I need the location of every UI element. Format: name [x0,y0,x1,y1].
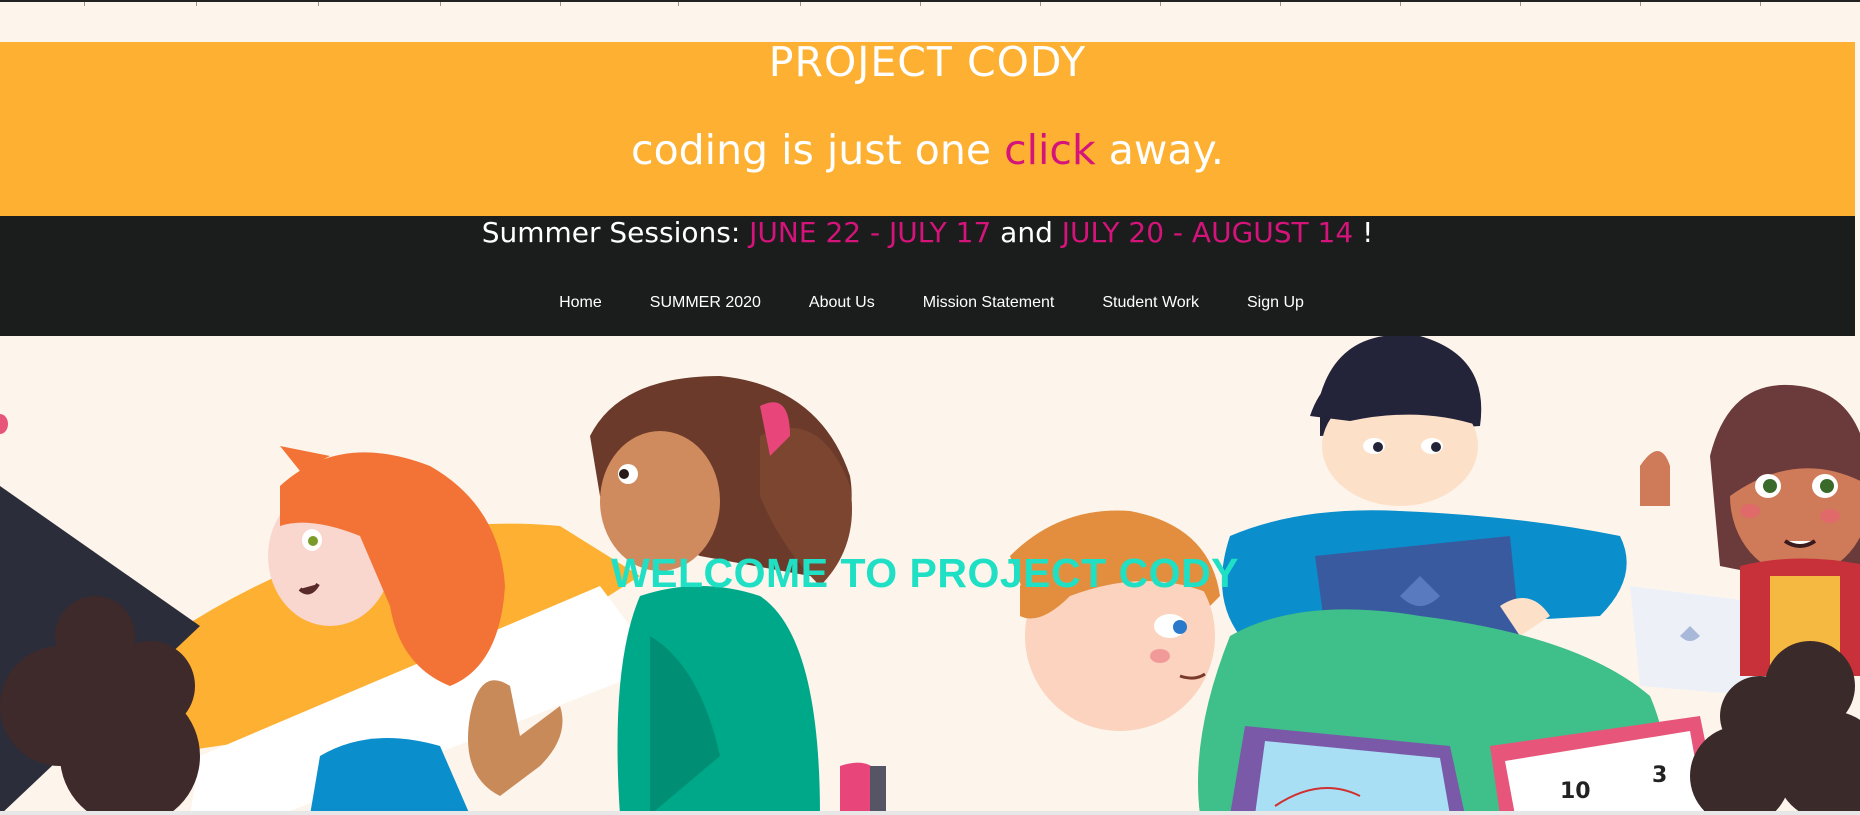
hero-section: 10 3 WELCOME TO PROJECT CODY [0,336,1860,815]
sessions-joiner: and [991,216,1062,249]
divider [920,2,921,6]
divider [1760,2,1761,6]
divider [1640,2,1641,6]
divider [800,2,801,6]
tablet-number-10: 10 [1560,779,1591,804]
main-nav: Home SUMMER 2020 About Us Mission Statem… [0,294,1855,312]
tagline-accent: click [1004,126,1096,174]
nav-bar: Summer Sessions: JUNE 22 - JULY 17 and J… [0,216,1855,336]
tablet-number-3: 3 [1652,763,1667,788]
header-banner: PROJECT CODY coding is just one click aw… [0,38,1855,216]
nav-summer-2020[interactable]: SUMMER 2020 [650,294,761,312]
site-title[interactable]: PROJECT CODY [0,38,1855,86]
tagline: coding is just one click away. [0,126,1855,174]
nav-student-work[interactable]: Student Work [1102,294,1199,312]
divider [196,2,197,6]
divider [1160,2,1161,6]
nav-sign-up[interactable]: Sign Up [1247,294,1304,312]
divider [440,2,441,6]
divider [318,2,319,6]
sessions-announcement: Summer Sessions: JUNE 22 - JULY 17 and J… [0,216,1855,249]
divider [560,2,561,6]
top-strip [0,0,1860,42]
divider [84,2,85,6]
nav-about-us[interactable]: About Us [809,294,875,312]
tagline-text-end: away. [1095,126,1224,174]
session-1-dates: JUNE 22 - JULY 17 [749,216,992,249]
session-2-dates: JULY 20 - AUGUST 14 [1061,216,1354,249]
welcome-heading: WELCOME TO PROJECT CODY [610,550,1240,596]
sessions-suffix: ! [1353,216,1374,249]
divider [1400,2,1401,6]
divider [1520,2,1521,6]
tagline-text: coding is just one [631,126,1005,174]
nav-home[interactable]: Home [559,294,602,312]
divider [0,811,1860,815]
sessions-prefix: Summer Sessions: [481,216,750,249]
divider [1280,2,1281,6]
nav-mission-statement[interactable]: Mission Statement [923,294,1055,312]
divider [678,2,679,6]
divider [1040,2,1041,6]
